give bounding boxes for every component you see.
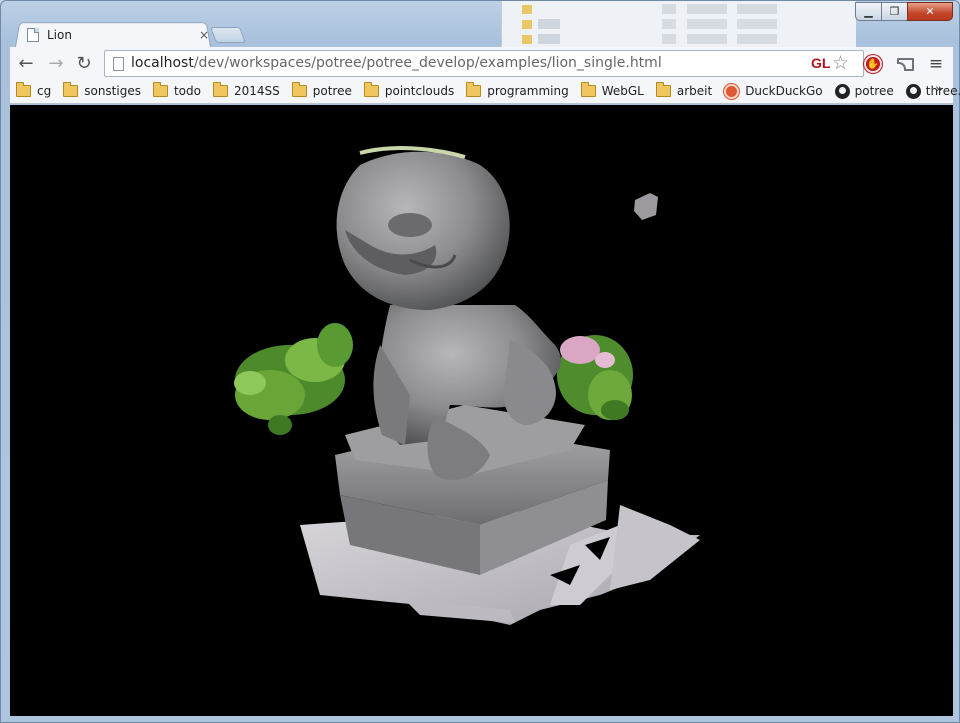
browser-window: ▁ ❐ ✕ Lion × ← → ↻ localhost/dev/workspa… (0, 0, 960, 723)
adblock-extension-button[interactable]: ✋ (862, 53, 884, 75)
folder-icon (152, 82, 168, 97)
bookmark-todo[interactable]: todo (152, 81, 201, 101)
cast-button[interactable] (894, 53, 916, 75)
gl-badge[interactable]: GL (811, 55, 830, 71)
toolbar: ← → ↻ localhost/dev/workspaces/potree/po… (10, 47, 953, 79)
background-explorer-window (501, 1, 856, 47)
duckduckgo-icon (724, 83, 740, 99)
hamburger-menu-icon: ≡ (928, 54, 944, 74)
github-icon (834, 83, 850, 99)
bookmark-duckduckgo[interactable]: DuckDuckGo (724, 81, 823, 101)
forward-button[interactable]: → (44, 52, 68, 74)
foliage-right (557, 335, 633, 420)
folder-icon (466, 82, 482, 97)
bookmark-potree-folder[interactable]: potree (291, 81, 352, 101)
bookmark-potree-github[interactable]: potree (834, 81, 894, 101)
bookmark-programming[interactable]: programming (466, 81, 569, 101)
folder-icon (16, 82, 31, 97)
github-icon (905, 83, 921, 99)
new-tab-button[interactable] (210, 27, 246, 43)
folder-icon (655, 82, 671, 97)
bookmark-2014ss[interactable]: 2014SS (212, 81, 280, 101)
bookmarks-bar: cg sonstiges todo 2014SS potree pointclo… (10, 79, 960, 104)
url-host: localhost (131, 55, 194, 71)
bookmark-star-icon[interactable]: ☆ (832, 52, 849, 74)
bookmark-arbeit[interactable]: arbeit (655, 81, 712, 101)
window-controls: ▁ ❐ ✕ (855, 2, 953, 21)
back-button[interactable]: ← (14, 52, 38, 74)
page-icon (113, 57, 124, 71)
close-window-button[interactable]: ✕ (907, 2, 953, 21)
folder-icon (212, 82, 228, 97)
bookmark-threejs[interactable]: three.js (905, 81, 960, 101)
point-cloud-render (234, 146, 700, 625)
reload-button[interactable]: ↻ (72, 52, 96, 74)
page-icon (27, 28, 39, 42)
tab-lion[interactable]: Lion × (23, 24, 213, 46)
bookmark-cg[interactable]: cg (16, 81, 51, 101)
stray-points (634, 193, 658, 220)
bookmark-pointclouds[interactable]: pointclouds (363, 81, 454, 101)
bookmark-sonstiges[interactable]: sonstiges (63, 81, 141, 101)
maximize-button[interactable]: ❐ (881, 2, 908, 21)
tab-close-icon[interactable]: × (199, 28, 209, 42)
cast-icon (896, 57, 914, 71)
tab-title: Lion (47, 28, 72, 42)
bookmark-webgl[interactable]: WebGL (580, 81, 644, 101)
folder-icon (580, 82, 596, 97)
url-path: /dev/workspaces/potree/potree_develop/ex… (193, 55, 662, 71)
foliage-left (234, 323, 353, 435)
folder-icon (63, 82, 79, 97)
bookmarks-overflow-chevron[interactable]: » (935, 82, 943, 97)
url-text[interactable]: localhost/dev/workspaces/potree/potree_d… (131, 55, 662, 71)
minimize-button[interactable]: ▁ (855, 2, 882, 21)
folder-icon (363, 82, 379, 97)
chrome-menu-button[interactable]: ≡ (925, 53, 947, 75)
address-bar[interactable]: localhost/dev/workspaces/potree/potree_d… (104, 50, 864, 77)
folder-icon (291, 82, 307, 97)
adblock-icon: ✋ (864, 55, 882, 73)
webgl-canvas[interactable] (10, 105, 953, 716)
